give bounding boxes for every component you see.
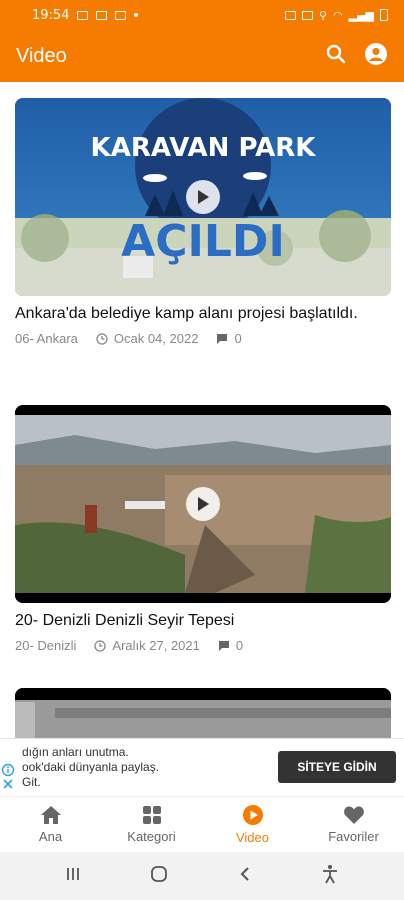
comment-count: 0 [235, 638, 244, 653]
video-category[interactable]: 06- Ankara [15, 331, 78, 346]
alarm-icon [284, 10, 296, 20]
more-notifications-icon [134, 13, 139, 17]
mute-icon [301, 10, 313, 20]
video-category[interactable]: 20- Denizli [15, 638, 76, 653]
status-time: 19:54 [32, 7, 70, 23]
thumbnail-heading: KARAVAN PARK [91, 133, 317, 163]
play-button[interactable] [186, 180, 220, 214]
battery-icon [380, 9, 388, 21]
back-icon[interactable] [238, 866, 252, 886]
heart-icon [343, 806, 364, 824]
grid-icon [142, 806, 161, 824]
nav-label-video: Video [235, 830, 269, 845]
account-icon[interactable] [364, 42, 388, 70]
gallery-notification-icon [96, 10, 108, 20]
ad-visit-button[interactable]: SİTEYE GİDİN [278, 751, 396, 783]
ad-choices-icon[interactable] [1, 763, 15, 777]
ad-text: dığın anları unutma. ook'daki dünyanla p… [22, 745, 159, 790]
photo-notification-icon [115, 10, 127, 20]
play-icon [198, 190, 209, 204]
home-icon [40, 806, 61, 824]
thumbnail-subheading: AÇILDI [121, 216, 285, 267]
status-bar: 19:54 ⚲ ◠ ▂▄▆ [0, 0, 404, 30]
video-meta: 20- Denizli Aralık 27, 2021 0 [15, 638, 391, 653]
ad-line-2: ook'daki dünyanla paylaş. [22, 760, 160, 774]
bottom-navigation: Ana Kategori Video Favoriler [0, 796, 404, 852]
ad-banner[interactable]: dığın anları unutma. ook'daki dünyanla p… [0, 738, 404, 796]
video-feed[interactable]: KARAVAN PARK AÇILDI Ankara'da belediye k… [0, 82, 404, 738]
nav-label-favorites: Favoriler [328, 829, 379, 844]
play-button[interactable] [186, 487, 220, 521]
nav-label-category: Kategori [127, 829, 176, 844]
video-title[interactable]: Ankara'da belediye kamp alanı projesi ba… [15, 302, 391, 325]
location-icon: ⚲ [318, 8, 327, 22]
nav-item-category[interactable]: Kategori [101, 797, 202, 852]
clock-icon [94, 639, 107, 652]
video-date: Aralık 27, 2021 [112, 638, 200, 653]
video-thumbnail[interactable]: KARAVAN PARK AÇILDI [15, 98, 391, 296]
video-title[interactable]: 20- Denizli Denizli Seyir Tepesi [15, 609, 391, 632]
nav-item-home[interactable]: Ana [0, 797, 101, 852]
ad-info [0, 763, 16, 797]
system-navigation-bar [0, 852, 404, 900]
video-thumbnail[interactable] [15, 688, 391, 738]
recent-apps-icon[interactable] [65, 866, 81, 886]
play-icon [198, 497, 209, 511]
nav-item-video[interactable]: Video [202, 797, 303, 852]
comment-icon [218, 640, 229, 651]
video-date: Ocak 04, 2022 [113, 331, 199, 346]
signal-icon: ▂▄▆ [348, 8, 374, 22]
home-button-icon[interactable] [150, 865, 168, 887]
video-card[interactable]: 20- Denizli Denizli Seyir Tepesi 20- Den… [15, 405, 391, 653]
ad-line-3: Git. [22, 775, 41, 789]
accessibility-icon[interactable] [321, 864, 339, 888]
nav-item-favorites[interactable]: Favoriler [303, 797, 404, 852]
search-icon[interactable] [326, 44, 346, 68]
road-thumbnail-image [15, 688, 391, 738]
ad-line-1: dığın anları unutma. [22, 745, 129, 759]
wifi-icon: ◠ [333, 8, 343, 22]
comment-count: 0 [234, 331, 242, 346]
image-notification-icon [77, 10, 89, 20]
app-bar: Video [0, 30, 404, 82]
nav-label-home: Ana [38, 829, 63, 844]
video-card[interactable]: KARAVAN PARK AÇILDI Ankara'da belediye k… [15, 98, 391, 346]
video-thumbnail[interactable] [15, 405, 391, 603]
play-circle-icon [242, 805, 263, 825]
comment-icon [217, 333, 228, 344]
ad-close-icon[interactable] [3, 779, 13, 789]
video-card[interactable] [15, 688, 391, 738]
clock-icon [96, 332, 108, 345]
page-title: Video [16, 44, 67, 67]
video-meta: 06- Ankara Ocak 04, 2022 0 [15, 331, 391, 346]
